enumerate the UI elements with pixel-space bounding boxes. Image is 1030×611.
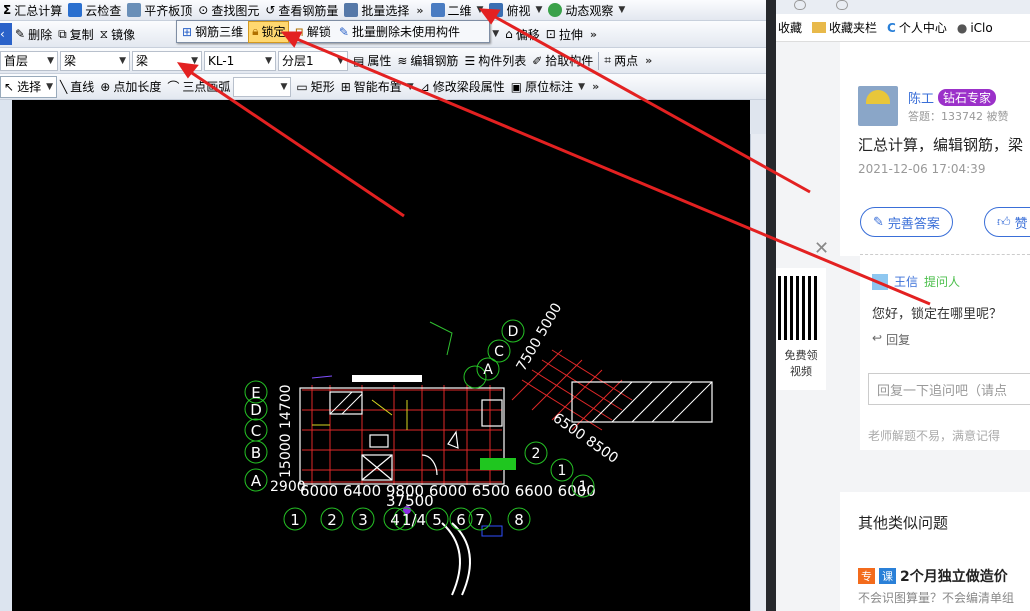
arrow-to-floor [185, 67, 405, 218]
arrow-to-lock [291, 35, 931, 306]
arrow-head [280, 31, 303, 48]
annotation-arrows [176, 8, 931, 306]
arrow-to-batch [487, 11, 811, 194]
arrow-head [478, 8, 501, 25]
